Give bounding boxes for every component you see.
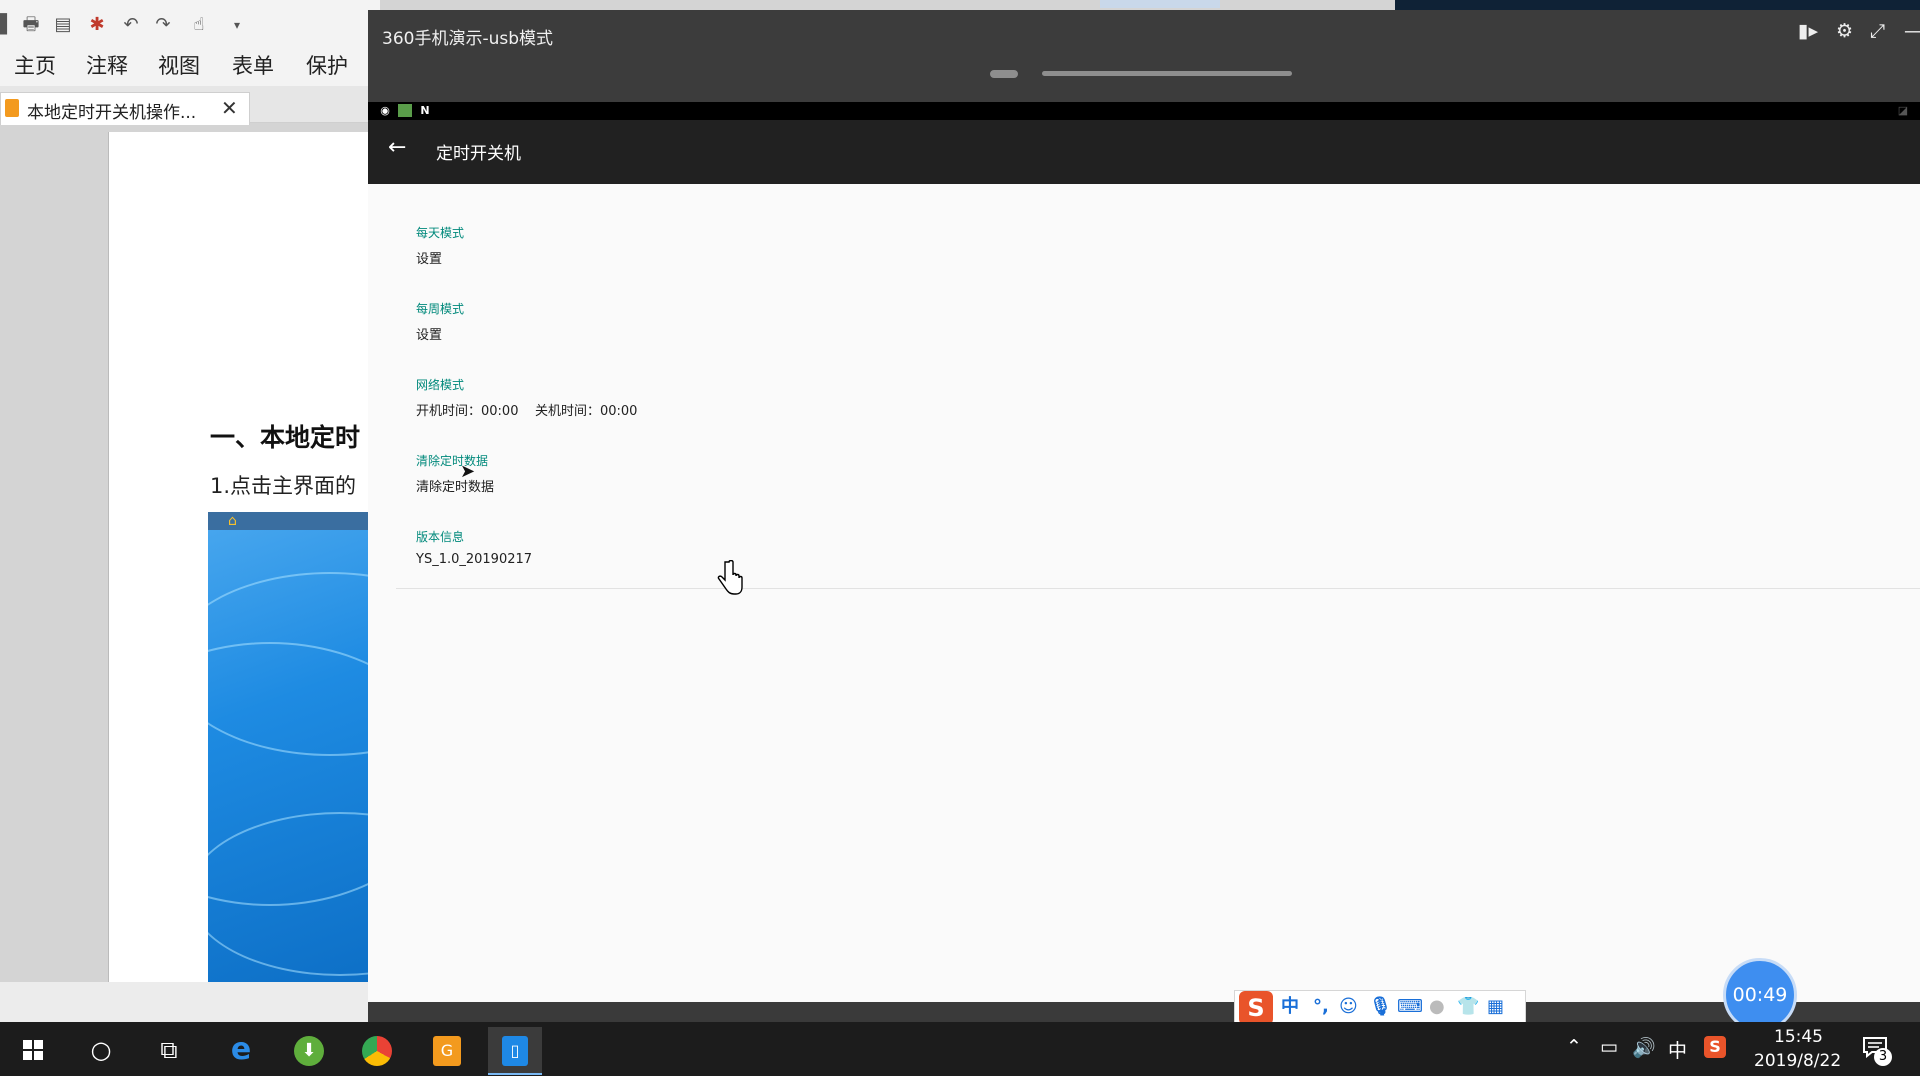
mirror-titlebar: 360手机演示-usb模式 ▮▸ ⚙ ⤢ — (368, 10, 1920, 102)
menu-protect[interactable]: 保护 (306, 50, 348, 80)
daily-mode-title: 每天模式 (416, 226, 465, 240)
customize-dropdown-icon[interactable]: ▾ (226, 14, 248, 36)
taskbar-phone-mirror[interactable]: ▯ (488, 1027, 542, 1075)
version-title: 版本信息 (416, 530, 465, 544)
task-view-icon: ⧉ (160, 1036, 178, 1064)
app-toolbar: ← 定时开关机 (368, 120, 1920, 184)
document-heading: 一、本地定时 (210, 423, 361, 452)
version-value: YS_1.0_20190217 (416, 552, 533, 567)
windows-logo-icon (23, 1040, 43, 1060)
list-divider (396, 588, 1920, 589)
taskbar-edge-browser[interactable]: e (214, 1027, 268, 1073)
skin-shirt-icon[interactable]: 👕 (1457, 994, 1479, 1020)
ime-toolbar: S 中 °, ☺ 🎙 ⌨ ● 👕 ▦ (1234, 990, 1526, 1026)
pdf-reader-icon: G (420, 1027, 474, 1073)
sogou-logo-icon[interactable]: S (1239, 991, 1273, 1025)
back-arrow-icon[interactable]: ← (388, 135, 406, 160)
document-tab[interactable]: 本地定时开关机操作... ✕ (0, 92, 250, 125)
undo-icon[interactable]: ↶ (120, 14, 142, 36)
menu-home[interactable]: 主页 (14, 50, 56, 80)
ime-language-toggle[interactable]: 中 (1281, 994, 1299, 1020)
window-edge (1100, 0, 1220, 8)
home-icon: ⌂ (228, 513, 237, 529)
mirror-window-title: 360手机演示-usb模式 (382, 29, 554, 49)
volume-icon[interactable]: 🔊 (1632, 1036, 1656, 1059)
status-n-icon: N (420, 104, 430, 117)
menu-view[interactable]: 视图 (158, 50, 200, 80)
print-icon[interactable]: 🖶 (20, 14, 42, 36)
menu-form[interactable]: 表单 (232, 50, 274, 80)
taskbar-browser[interactable] (350, 1027, 404, 1073)
document-tab-label: 本地定时开关机操作... (27, 103, 197, 123)
document-paragraph: 1.点击主界面的 (210, 474, 357, 498)
search-button[interactable]: ○ (74, 1027, 128, 1073)
settings-list: 每天模式 设置 每周模式 设置 网络模式 开机时间：00:00 关机时间：00:… (368, 184, 1920, 1012)
keyboard-icon[interactable]: ⌨ (1397, 994, 1423, 1020)
emoji-icon[interactable]: ☺ (1339, 994, 1358, 1020)
browser-icon (350, 1027, 404, 1073)
phone-mirror-icon: ▯ (488, 1027, 542, 1073)
sogou-tray-icon[interactable]: S (1704, 1036, 1726, 1058)
cortana-circle-icon: ○ (90, 1036, 112, 1064)
android-status-bar: ◉ N ◪ (368, 102, 1920, 120)
settings-gear-icon[interactable]: ⚙ (1836, 20, 1853, 42)
status-app-icon: ◉ (380, 104, 390, 117)
pdf-file-icon (5, 99, 19, 117)
clock-date[interactable]: 2019/8/22 (1754, 1051, 1841, 1071)
battery-icon[interactable]: ▭ (1600, 1036, 1618, 1058)
redo-icon[interactable]: ↷ (152, 14, 174, 36)
start-button[interactable] (6, 1027, 60, 1073)
minimize-icon[interactable]: — (1904, 20, 1920, 42)
clock-time[interactable]: 15:45 (1774, 1027, 1823, 1047)
user-icon[interactable]: ● (1429, 994, 1445, 1020)
microphone-icon[interactable]: 🎙 (1369, 994, 1392, 1020)
network-mode-times[interactable]: 开机时间：00:00 关机时间：00:00 (416, 400, 637, 419)
fullscreen-icon[interactable]: ⤢ (1870, 20, 1885, 42)
recording-timer[interactable]: 00:49 (1723, 958, 1797, 1032)
input-language-indicator[interactable]: 中 (1668, 1036, 1687, 1063)
taskbar-pdf-reader[interactable]: G (420, 1027, 474, 1073)
ime-punctuation-toggle[interactable]: °, (1313, 994, 1329, 1020)
image-top-bar: ⌂ (208, 512, 380, 530)
network-mode-title: 网络模式 (416, 378, 465, 392)
status-gallery-icon (398, 104, 412, 117)
quick-access-toolbar: ▌ 🖶 ▤ ✱ ↶ ↷ ☝ ▾ (0, 0, 380, 46)
menu-annotate[interactable]: 注释 (86, 50, 128, 80)
taskbar-downloader[interactable]: ⬇ (282, 1027, 336, 1073)
notification-count-badge: 3 (1874, 1048, 1892, 1066)
clear-data-action[interactable]: 清除定时数据 (416, 476, 494, 495)
weekly-mode-title: 每周模式 (416, 302, 465, 316)
preview-icon[interactable]: ▤ (52, 14, 74, 36)
page-title: 定时开关机 (436, 144, 521, 164)
dock-icon[interactable]: ▮▸ (1798, 20, 1818, 42)
windows-taskbar: ○ ⧉ e ⬇ G ▯ ⌃ ▭ 🔊 中 S 15:45 2019/8/22 3 (0, 1022, 1920, 1076)
hand-cursor-icon (717, 560, 743, 595)
new-doc-icon[interactable]: ✱ (86, 14, 108, 36)
mirror-bottom-bar (368, 1002, 1920, 1022)
task-view-button[interactable]: ⧉ (142, 1027, 196, 1073)
document-screenshot-image: ⌂ (208, 512, 380, 982)
save-icon[interactable]: ▌ (0, 14, 18, 36)
hand-tool-icon[interactable]: ☝ (188, 14, 210, 36)
show-hidden-icons-chevron-icon[interactable]: ⌃ (1566, 1036, 1582, 1058)
drag-handle[interactable] (990, 70, 1018, 78)
ribbon-menu: 主页 注释 视图 表单 保护 (0, 46, 380, 86)
pdf-status-bar (0, 982, 380, 1022)
toolbox-grid-icon[interactable]: ▦ (1487, 994, 1504, 1020)
mouse-pointer-icon: ➤ (460, 461, 476, 482)
weekly-mode-setting[interactable]: 设置 (416, 324, 442, 343)
phone-mirror-window: 360手机演示-usb模式 ▮▸ ⚙ ⤢ — ◉ N ◪ ← 定时开关机 每天模… (368, 10, 1920, 1022)
download-icon: ⬇ (282, 1027, 336, 1073)
status-signal-icon: ◪ (1897, 104, 1909, 117)
edge-icon: e (230, 1032, 252, 1067)
close-tab-icon[interactable]: ✕ (221, 96, 238, 120)
daily-mode-setting[interactable]: 设置 (416, 248, 442, 267)
clear-data-title: 清除定时数据 (416, 454, 489, 468)
volume-slider[interactable] (1042, 71, 1292, 76)
